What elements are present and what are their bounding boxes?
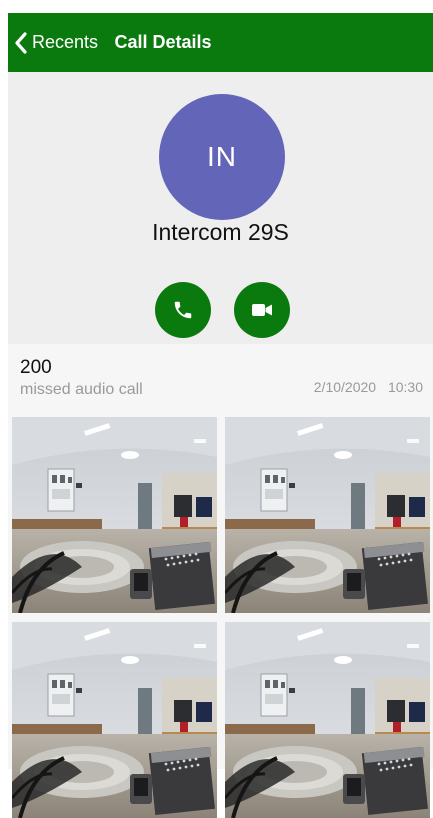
contact-name: Intercom 29S bbox=[152, 219, 289, 245]
snapshot-thumbnail[interactable] bbox=[225, 622, 430, 818]
snapshot-thumbnail[interactable] bbox=[12, 622, 217, 818]
snapshot-grid bbox=[8, 412, 433, 818]
call-time: 10:30 bbox=[387, 379, 423, 395]
camera-snapshot-image bbox=[12, 622, 217, 818]
call-datetime: 2/10/2020 10:30 bbox=[314, 379, 423, 395]
caller-number: 200 bbox=[20, 357, 52, 378]
snapshot-thumbnail[interactable] bbox=[225, 417, 430, 613]
page-title: Call Details bbox=[114, 32, 212, 52]
video-camera-icon bbox=[252, 304, 272, 316]
video-call-button[interactable] bbox=[234, 282, 290, 338]
call-history-entry[interactable]: 200 missed audio call 2/10/2020 10:30 bbox=[8, 344, 433, 412]
camera-snapshot-image bbox=[12, 417, 217, 613]
audio-call-button[interactable] bbox=[155, 282, 211, 338]
camera-snapshot-image bbox=[225, 417, 430, 613]
navigation-bar: Recents Call Details bbox=[8, 13, 433, 72]
phone-icon bbox=[174, 301, 192, 319]
call-date: 2/10/2020 bbox=[313, 379, 377, 395]
snapshot-thumbnail[interactable] bbox=[12, 417, 217, 613]
app-screen: Recents Call Details IN Intercom 29S 200… bbox=[0, 0, 433, 818]
camera-snapshot-image bbox=[225, 622, 430, 818]
avatar: IN bbox=[159, 94, 285, 220]
contact-profile: IN Intercom 29S bbox=[8, 72, 433, 344]
call-type-label: missed audio call bbox=[20, 381, 143, 398]
